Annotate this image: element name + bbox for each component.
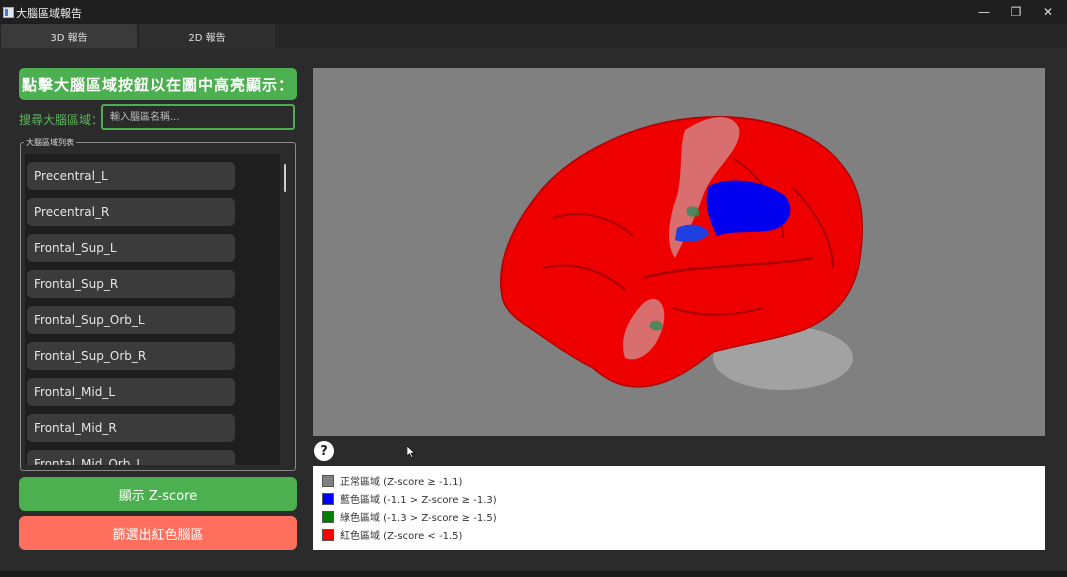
legend-swatch-gray [322, 474, 334, 487]
legend-row-red: 紅色區域 (Z-score < -1.5) [322, 528, 463, 542]
app-icon [3, 7, 14, 18]
help-button[interactable]: ? [314, 441, 334, 461]
legend-label: 綠色區域 (-1.3 > Z-score ≥ -1.5) [340, 513, 497, 524]
brain-3d-viewer[interactable] [313, 68, 1045, 436]
restore-button[interactable]: ❐ [999, 0, 1033, 24]
legend-row-green: 綠色區域 (-1.3 > Z-score ≥ -1.5) [322, 510, 497, 524]
minimize-button[interactable]: — [967, 0, 1001, 24]
instruction-banner: 點擊大腦區域按鈕以在圖中高亮顯示： [19, 68, 297, 100]
list-scrollbar[interactable] [284, 164, 286, 192]
region-item-frontal-sup-l[interactable]: Frontal_Sup_L [27, 234, 235, 262]
legend-swatch-red [322, 528, 334, 541]
legend-row-blue: 藍色區域 (-1.1 > Z-score ≥ -1.3) [322, 492, 497, 506]
filter-red-regions-button[interactable]: 篩選出紅色腦區 [19, 516, 297, 550]
legend-label: 藍色區域 (-1.1 > Z-score ≥ -1.3) [340, 495, 497, 506]
minimize-icon: — [978, 5, 990, 19]
region-list[interactable]: Precentral_L Precentral_R Frontal_Sup_L … [25, 154, 280, 465]
legend-row-normal: 正常區域 (Z-score ≥ -1.1) [322, 474, 463, 488]
close-button[interactable]: ✕ [1031, 0, 1065, 24]
tab-3d-report[interactable]: 3D 報告 [1, 24, 137, 48]
bottom-edge [0, 571, 1067, 577]
search-input[interactable] [101, 104, 295, 130]
legend-label: 正常區域 (Z-score ≥ -1.1) [340, 477, 463, 488]
region-item-frontal-mid-r[interactable]: Frontal_Mid_R [27, 414, 235, 442]
region-item-precentral-r[interactable]: Precentral_R [27, 198, 235, 226]
mouse-cursor-icon [407, 446, 415, 458]
region-item-frontal-mid-orb-l[interactable]: Frontal_Mid_Orb_L [27, 450, 235, 465]
show-zscore-button[interactable]: 顯示 Z-score [19, 477, 297, 511]
brain-render [500, 116, 864, 390]
legend-swatch-green [322, 510, 334, 523]
region-item-frontal-mid-l[interactable]: Frontal_Mid_L [27, 378, 235, 406]
tab-bar: 3D 報告 2D 報告 [0, 24, 1067, 48]
green-region-shape [649, 320, 663, 331]
legend-panel: 正常區域 (Z-score ≥ -1.1) 藍色區域 (-1.1 > Z-sco… [313, 466, 1045, 550]
region-item-frontal-sup-orb-r[interactable]: Frontal_Sup_Orb_R [27, 342, 235, 370]
search-label: 搜尋大腦區域： [19, 113, 104, 127]
window-title: 大腦區域報告 [16, 7, 82, 20]
region-item-precentral-l[interactable]: Precentral_L [27, 162, 235, 190]
legend-label: 紅色區域 (Z-score < -1.5) [340, 531, 463, 542]
region-item-frontal-sup-orb-l[interactable]: Frontal_Sup_Orb_L [27, 306, 235, 334]
legend-swatch-blue [322, 492, 334, 505]
tab-2d-report[interactable]: 2D 報告 [139, 24, 275, 48]
restore-icon: ❐ [1010, 5, 1022, 19]
title-bar: 大腦區域報告 — ❐ ✕ [0, 0, 1067, 24]
close-icon: ✕ [1042, 5, 1054, 19]
region-item-frontal-sup-r[interactable]: Frontal_Sup_R [27, 270, 235, 298]
region-list-title: 大腦區域列表 [24, 137, 76, 148]
